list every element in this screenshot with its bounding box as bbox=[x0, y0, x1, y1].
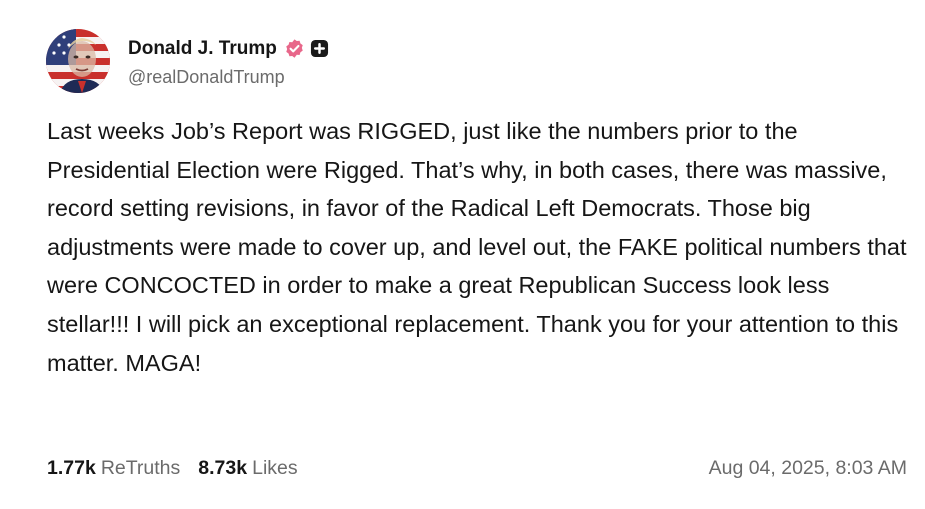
retruths-label: ReTruths bbox=[100, 457, 181, 479]
post-text: Last weeks Job’s Report was RIGGED, just… bbox=[47, 118, 907, 376]
post-header: Donald J. Trump @realDonaldTrump bbox=[46, 29, 329, 93]
likes-stat[interactable]: 8.73k Likes bbox=[198, 457, 297, 480]
retruths-count: 1.77k bbox=[47, 457, 96, 479]
likes-count: 8.73k bbox=[198, 457, 248, 479]
avatar-image bbox=[46, 29, 110, 93]
post-timestamp[interactable]: Aug 04, 2025, 8:03 AM bbox=[709, 457, 907, 480]
author-handle[interactable]: @realDonaldTrump bbox=[128, 67, 329, 88]
retruths-stat[interactable]: 1.77k ReTruths bbox=[47, 457, 180, 480]
post-body: Last weeks Job’s Report was RIGGED, just… bbox=[47, 112, 907, 382]
author-identity: Donald J. Trump @realDonaldTrump bbox=[128, 35, 329, 88]
author-display-name[interactable]: Donald J. Trump bbox=[128, 38, 277, 60]
name-row: Donald J. Trump bbox=[128, 35, 329, 63]
post-footer: 1.77k ReTruths 8.73k Likes Aug 04, 2025, 8… bbox=[47, 457, 907, 480]
plus-square-icon bbox=[310, 39, 329, 58]
avatar[interactable] bbox=[46, 29, 110, 93]
truth-post: Donald J. Trump @realDonaldTrump Last we… bbox=[0, 0, 925, 509]
verified-badge-icon bbox=[284, 38, 305, 59]
likes-label: Likes bbox=[252, 457, 298, 479]
